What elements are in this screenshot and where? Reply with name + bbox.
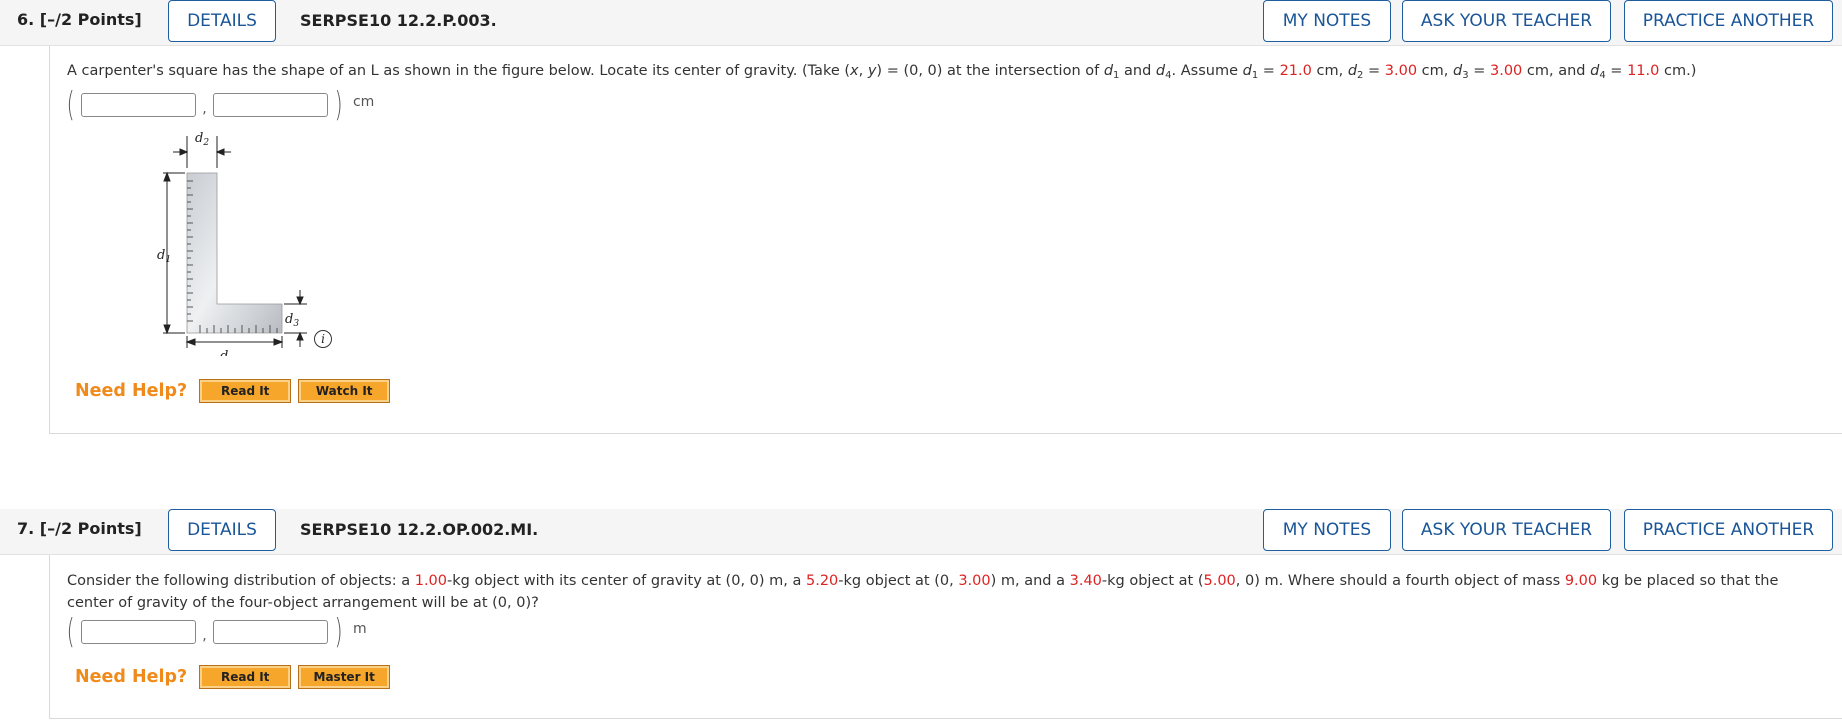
details-button[interactable]: DETAILS — [168, 0, 276, 42]
my-notes-button[interactable]: MY NOTES — [1263, 509, 1391, 551]
answer-separator: , — [202, 628, 207, 644]
need-help-label: Need Help? — [75, 667, 188, 687]
question-7-id: SERPSE10 12.2.OP.002.MI. — [300, 520, 539, 539]
y-coordinate-input[interactable] — [212, 620, 328, 644]
practice-another-button[interactable]: PRACTICE ANOTHER — [1624, 509, 1833, 551]
question-6-prompt: A carpenter's square has the shape of an… — [67, 63, 1697, 81]
carpenter-square-figure: d2 d1 d3 d4 — [155, 126, 315, 356]
question-7-help: Need Help? Read It Master It — [75, 665, 397, 689]
x-coordinate-input[interactable] — [81, 93, 197, 117]
question-6-header: 6. [–/2 Points] DETAILS SERPSE10 12.2.P.… — [0, 0, 1842, 46]
need-help-label: Need Help? — [75, 381, 188, 401]
question-6-number: 6. [–/2 Points] — [17, 10, 142, 29]
ask-your-teacher-button[interactable]: ASK YOUR TEACHER — [1402, 509, 1611, 551]
question-7-answer-row: ( , ) m — [64, 614, 367, 650]
answer-unit: cm — [352, 94, 375, 110]
y-coordinate-input[interactable] — [212, 93, 328, 117]
question-7-header: 7. [–/2 Points] DETAILS SERPSE10 12.2.OP… — [0, 509, 1842, 555]
my-notes-button[interactable]: MY NOTES — [1263, 0, 1391, 42]
read-it-button[interactable]: Read It — [199, 379, 292, 403]
master-it-button[interactable]: Master It — [298, 665, 391, 689]
right-paren: ) — [334, 612, 343, 652]
x-coordinate-input[interactable] — [81, 620, 197, 644]
answer-unit: m — [352, 621, 367, 637]
read-it-button[interactable]: Read It — [199, 665, 292, 689]
watch-it-button[interactable]: Watch It — [298, 379, 391, 403]
question-6-help: Need Help? Read It Watch It — [75, 379, 397, 403]
right-paren: ) — [334, 85, 343, 125]
left-paren: ( — [66, 85, 75, 125]
details-button[interactable]: DETAILS — [168, 509, 276, 551]
info-icon[interactable]: i — [314, 330, 332, 348]
question-6-id: SERPSE10 12.2.P.003. — [300, 11, 497, 30]
question-7-prompt: Consider the following distribution of o… — [67, 573, 1779, 611]
practice-another-button[interactable]: PRACTICE ANOTHER — [1624, 0, 1833, 42]
left-paren: ( — [66, 612, 75, 652]
question-6-answer-row: ( , ) cm — [64, 85, 375, 125]
ask-your-teacher-button[interactable]: ASK YOUR TEACHER — [1402, 0, 1611, 42]
answer-separator: , — [202, 101, 207, 117]
question-7-number: 7. [–/2 Points] — [17, 519, 142, 538]
